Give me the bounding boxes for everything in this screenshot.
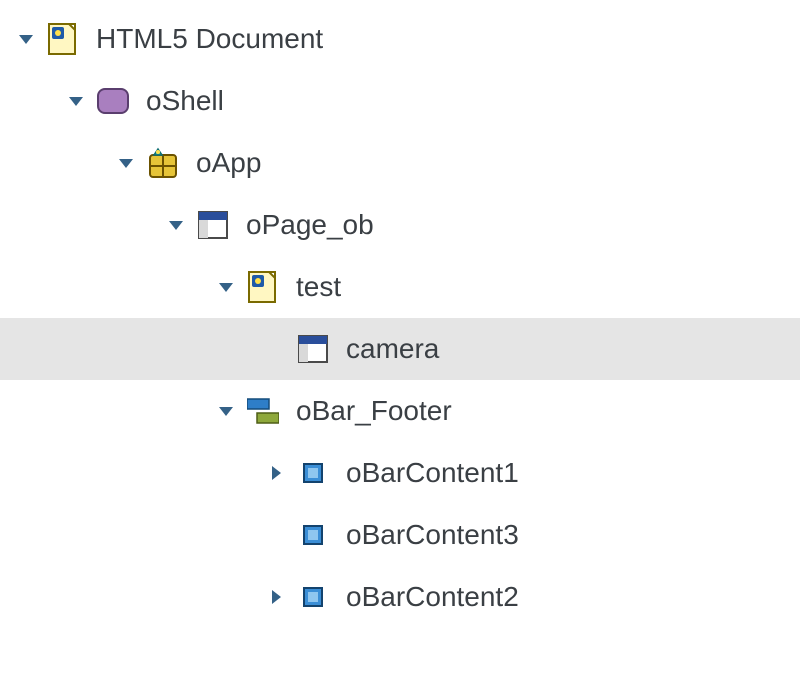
tree-item-label: oBarContent2 [346,583,519,611]
document-icon [46,22,80,56]
page-layout-icon [296,332,330,366]
expand-toggle-icon[interactable] [164,213,188,237]
page-layout-icon [196,208,230,242]
tree-item-obarcontent3[interactable]: oBarContent3 [0,504,800,566]
toolbar-icon [246,394,280,428]
tree-item-test[interactable]: test [0,256,800,318]
tree-item-label: oPage_ob [246,211,374,239]
tree-item-obarcontent1[interactable]: oBarContent1 [0,442,800,504]
tree-item-label: camera [346,335,439,363]
tree-item-camera[interactable]: camera [0,318,800,380]
app-package-icon [146,146,180,180]
tree-item-html5-document[interactable]: HTML5 Document [0,8,800,70]
tree-item-label: HTML5 Document [96,25,323,53]
tree-item-label: oBarContent1 [346,459,519,487]
document-icon [246,270,280,304]
tree-item-label: oShell [146,87,224,115]
tree-item-label: oBarContent3 [346,521,519,549]
expand-toggle-icon[interactable] [264,461,288,485]
expand-toggle-icon[interactable] [264,585,288,609]
tree-item-oapp[interactable]: oApp [0,132,800,194]
tree-item-oshell[interactable]: oShell [0,70,800,132]
tree-item-label: test [296,273,341,301]
expand-toggle-icon[interactable] [14,27,38,51]
expand-toggle-icon[interactable] [214,275,238,299]
expand-toggle-icon[interactable] [214,399,238,423]
control-icon [296,580,330,614]
tree-item-obarcontent2[interactable]: oBarContent2 [0,566,800,628]
control-icon [296,518,330,552]
object-tree: HTML5 Document oShell oApp [0,0,800,628]
tree-item-label: oApp [196,149,261,177]
tree-item-obar-footer[interactable]: oBar_Footer [0,380,800,442]
tree-item-label: oBar_Footer [296,397,452,425]
container-icon [96,84,130,118]
expand-toggle-icon[interactable] [114,151,138,175]
expand-toggle-icon[interactable] [64,89,88,113]
control-icon [296,456,330,490]
tree-item-opage[interactable]: oPage_ob [0,194,800,256]
